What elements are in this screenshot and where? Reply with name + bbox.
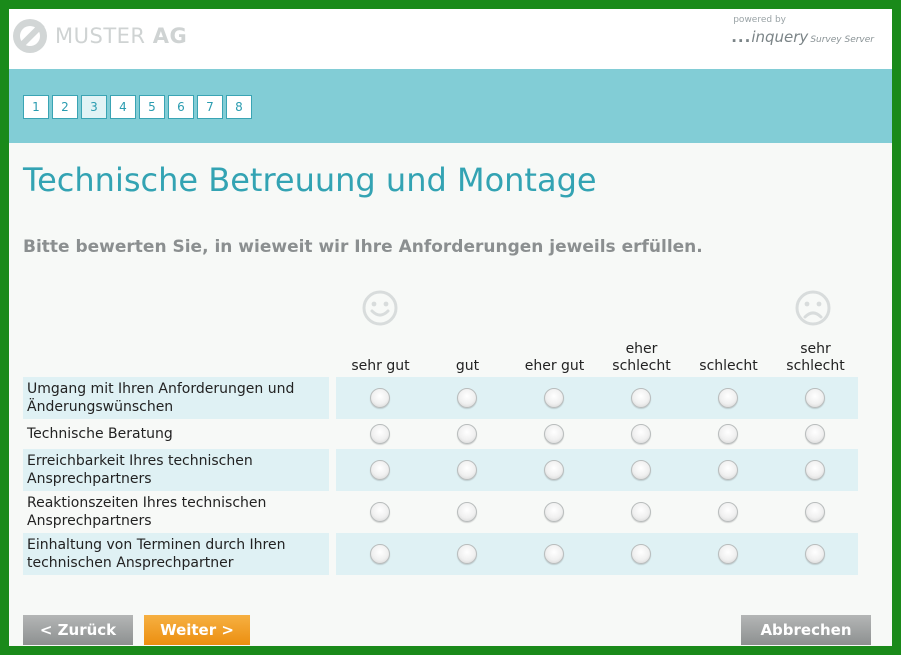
scale-column-header: eher gut	[511, 339, 598, 375]
rating-radio-row4-col1[interactable]	[370, 502, 390, 522]
page-link-4[interactable]: 4	[110, 95, 136, 119]
scale-column-header: schlecht	[685, 339, 772, 375]
rating-radio-row4-col3[interactable]	[544, 502, 564, 522]
rating-radio-row2-col4[interactable]	[631, 424, 651, 444]
rating-radio-row5-col2[interactable]	[457, 544, 477, 564]
scale-column-label-line1: sehr	[800, 341, 831, 357]
back-button[interactable]: < Zurück	[23, 615, 133, 645]
row-label-line1: Reaktionszeiten Ihres technischen	[27, 495, 267, 511]
rating-radio-row2-col5[interactable]	[718, 424, 738, 444]
rating-radio-row2-col1[interactable]	[370, 424, 390, 444]
next-button[interactable]: Weiter >	[144, 615, 250, 645]
matrix-row	[336, 533, 858, 575]
rating-radio-row5-col4[interactable]	[631, 544, 651, 564]
rating-radio-row5-col1[interactable]	[370, 544, 390, 564]
page-link-7[interactable]: 7	[197, 95, 223, 119]
rating-radio-row1-col6[interactable]	[805, 388, 825, 408]
matrix-row	[336, 491, 858, 533]
row-label-line2: Änderungswünschen	[27, 399, 174, 415]
rating-radio-row1-col2[interactable]	[457, 388, 477, 408]
scale-column-label-line2: eher gut	[524, 358, 585, 374]
scale-column-label-line2: sehr gut	[351, 358, 410, 374]
matrix-row	[336, 419, 858, 449]
scale-column-header: gut	[424, 339, 511, 375]
row-label-line1: Umgang mit Ihren Anforderungen und	[27, 381, 295, 397]
rating-radio-row3-col1[interactable]	[370, 460, 390, 480]
matrix-row-label: Einhaltung von Terminen durch Ihren techn…	[23, 533, 329, 575]
question-instruction: Bitte bewerten Sie, in wieweit wir Ihre …	[23, 237, 703, 257]
page-link-1[interactable]: 1	[23, 95, 49, 119]
rating-radio-row2-col2[interactable]	[457, 424, 477, 444]
matrix-row-label: Technische Beratung	[23, 419, 329, 449]
inquery-brand: ...inquery Survey Server	[731, 28, 874, 46]
scale-column-label-line2: schlecht	[612, 358, 671, 374]
rating-radio-row5-col6[interactable]	[805, 544, 825, 564]
scale-column-header: eher schlecht	[598, 339, 685, 375]
scale-column-header: sehr gut	[337, 339, 424, 375]
rating-radio-row3-col3[interactable]	[544, 460, 564, 480]
logo-mark-icon	[13, 19, 47, 53]
row-label-line1: Erreichbarkeit Ihres technischen	[27, 453, 253, 469]
scale-column-label-line2: gut	[455, 358, 480, 374]
progress-band: 12345678	[9, 69, 892, 143]
rating-radio-row3-col4[interactable]	[631, 460, 651, 480]
rating-radio-row4-col5[interactable]	[718, 502, 738, 522]
powered-by-label: powered by	[733, 15, 786, 25]
scale-column-label-line2: schlecht	[786, 358, 845, 374]
matrix-row	[336, 377, 858, 419]
row-label-line2: Ansprechpartners	[27, 513, 152, 529]
row-label-line1: Einhaltung von Terminen durch Ihren	[27, 537, 286, 553]
cancel-button[interactable]: Abbrechen	[741, 615, 871, 645]
survey-window: MUSTER AG powered by ...inquery Survey Se…	[9, 9, 892, 646]
matrix-row-label: Umgang mit Ihren Anforderungen und Änderu…	[23, 377, 329, 419]
rating-radio-row1-col5[interactable]	[718, 388, 738, 408]
rating-radio-row2-col6[interactable]	[805, 424, 825, 444]
rating-radio-row5-col5[interactable]	[718, 544, 738, 564]
rating-radio-row4-col2[interactable]	[457, 502, 477, 522]
rating-radio-row4-col4[interactable]	[631, 502, 651, 522]
rating-radio-row3-col2[interactable]	[457, 460, 477, 480]
sad-smiley-icon	[795, 290, 831, 326]
happy-smiley-icon	[362, 290, 398, 326]
page-link-6[interactable]: 6	[168, 95, 194, 119]
rating-radio-row4-col6[interactable]	[805, 502, 825, 522]
matrix-row-label: Erreichbarkeit Ihres technischen Ansprech…	[23, 449, 329, 491]
matrix-row-label: Reaktionszeiten Ihres technischen Ansprec…	[23, 491, 329, 533]
row-label-line2: technischen Ansprechpartner	[27, 555, 234, 571]
logo-text: MUSTER AG	[55, 24, 188, 48]
rating-radio-row5-col3[interactable]	[544, 544, 564, 564]
rating-radio-row3-col5[interactable]	[718, 460, 738, 480]
scale-column-header: sehr schlecht	[772, 339, 859, 375]
page-link-5[interactable]: 5	[139, 95, 165, 119]
rating-radio-row3-col6[interactable]	[805, 460, 825, 480]
rating-radio-row1-col3[interactable]	[544, 388, 564, 408]
page-link-8[interactable]: 8	[226, 95, 252, 119]
scale-column-label-line1: eher	[625, 341, 658, 357]
rating-radio-row1-col1[interactable]	[370, 388, 390, 408]
rating-radio-row2-col3[interactable]	[544, 424, 564, 444]
page-title: Technische Betreuung und Montage	[23, 161, 597, 199]
company-logo: MUSTER AG	[11, 17, 187, 55]
row-label-line2: Ansprechpartners	[27, 471, 152, 487]
scale-column-label-line2: schlecht	[699, 358, 758, 374]
page-link-2[interactable]: 2	[52, 95, 78, 119]
matrix-row	[336, 449, 858, 491]
page-link-3[interactable]: 3	[81, 95, 107, 119]
row-label-line1: Technische Beratung	[27, 426, 173, 442]
rating-radio-row1-col4[interactable]	[631, 388, 651, 408]
header: MUSTER AG powered by ...inquery Survey Se…	[9, 9, 892, 69]
page-navigation: 12345678	[23, 95, 252, 119]
powered-by-block: powered by ...inquery Survey Server	[731, 15, 874, 46]
